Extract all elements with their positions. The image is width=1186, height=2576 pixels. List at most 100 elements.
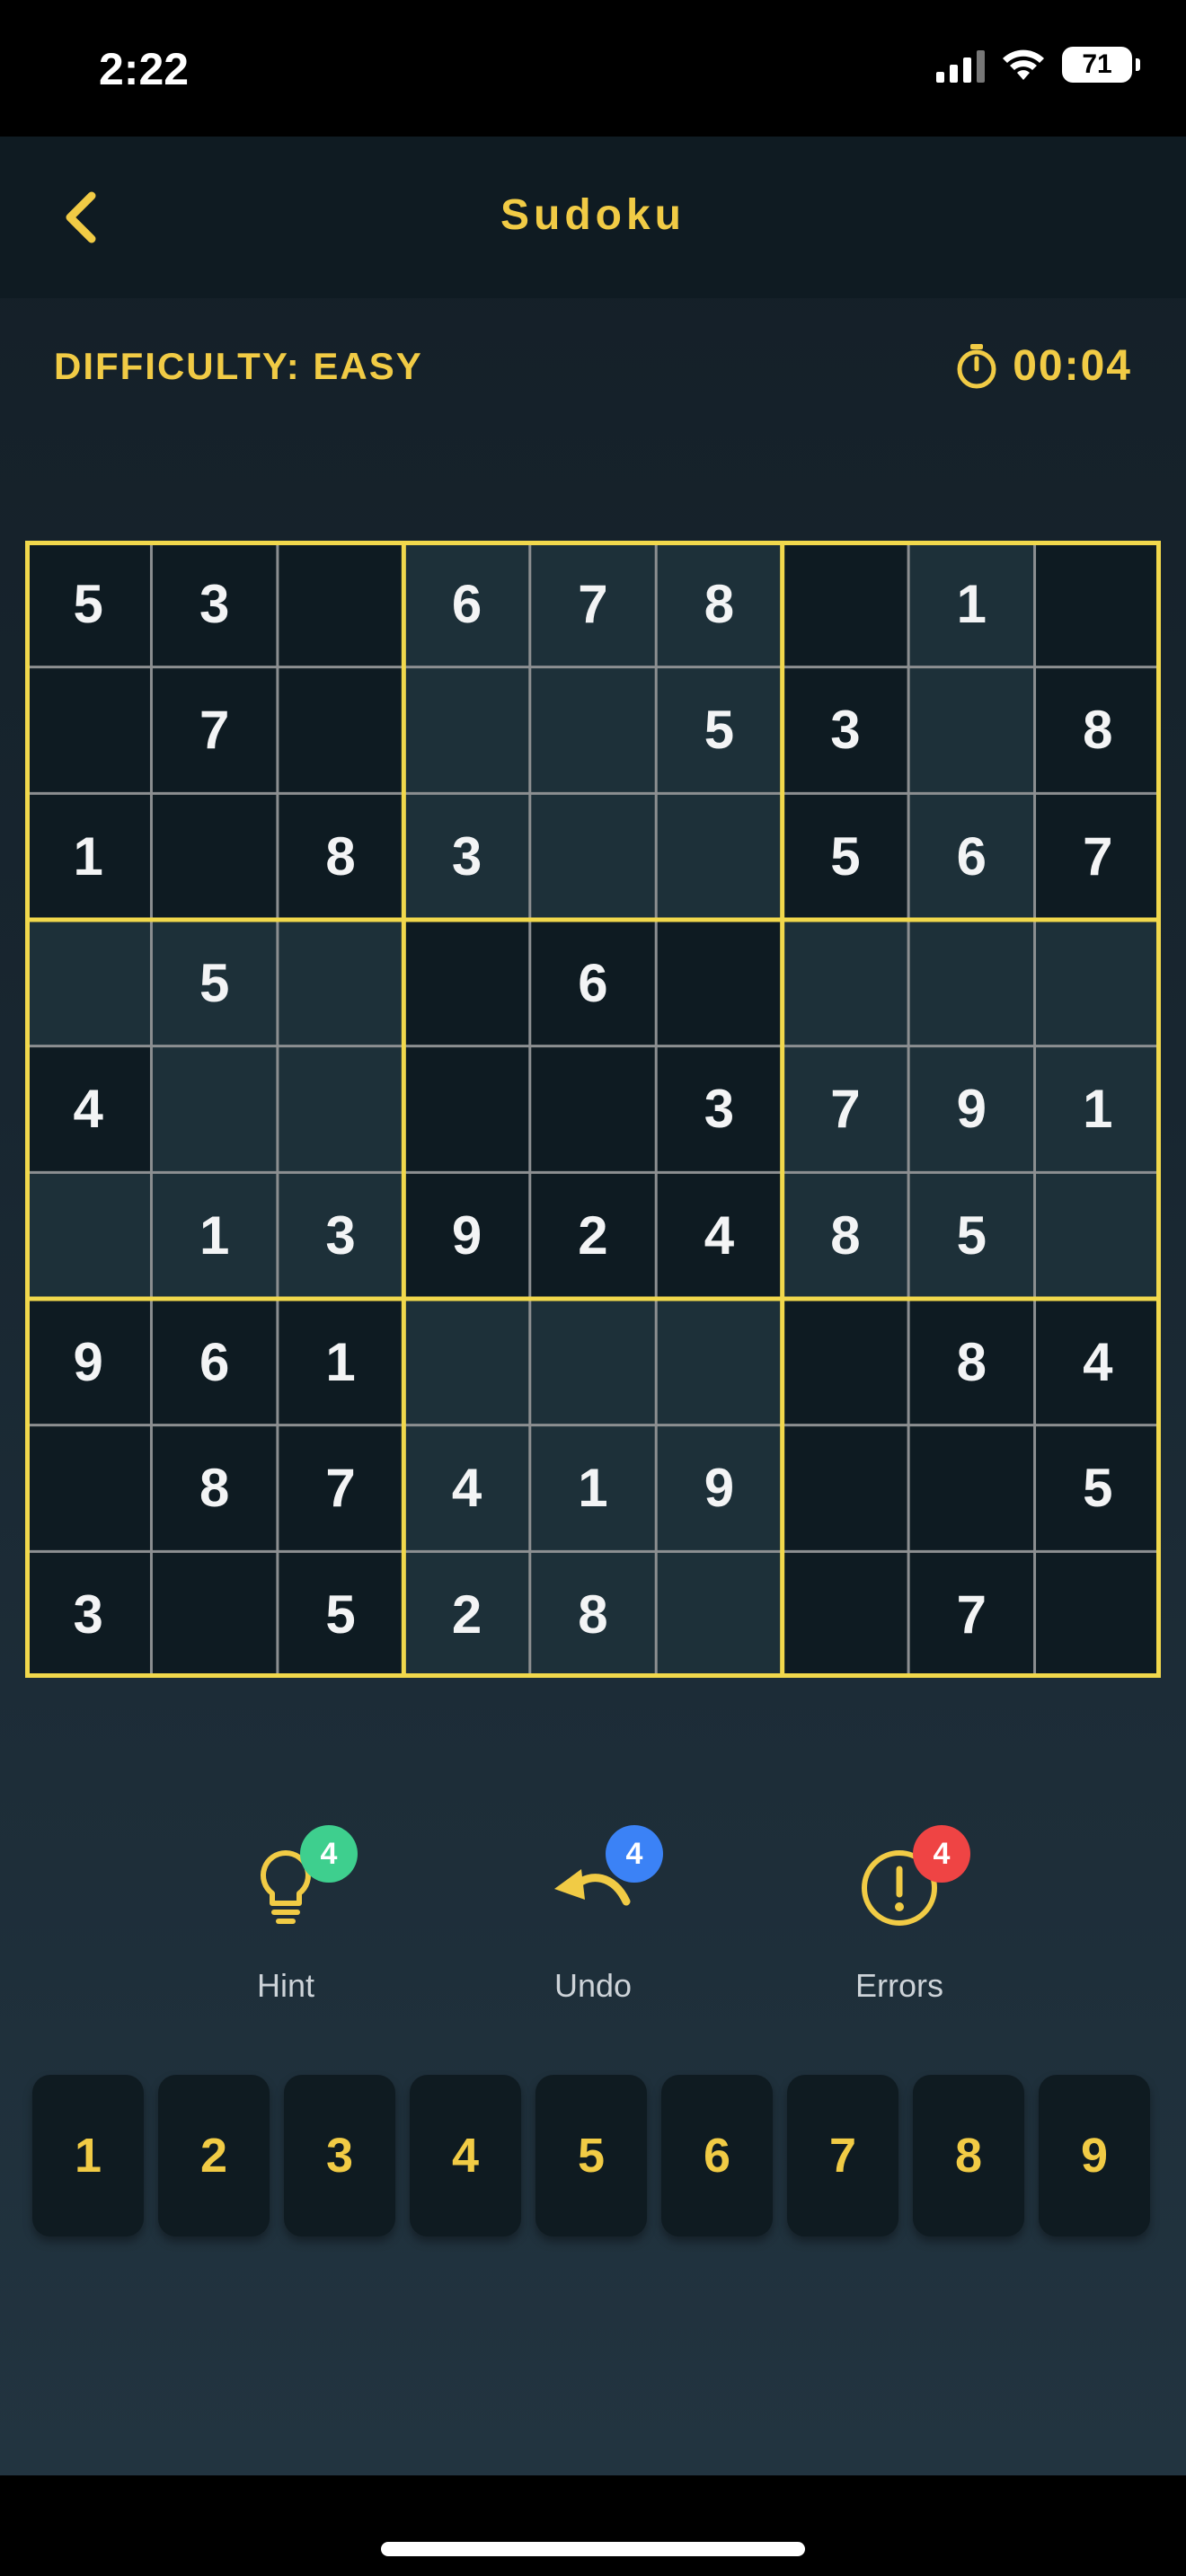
hint-button[interactable]: 4 Hint — [187, 1825, 385, 2005]
sudoku-cell[interactable] — [529, 1045, 657, 1173]
sudoku-cell[interactable] — [277, 1045, 404, 1173]
sudoku-cell[interactable] — [529, 793, 657, 920]
sudoku-cell[interactable]: 8 — [908, 1299, 1035, 1425]
status-time: 2:22 — [99, 44, 190, 94]
sudoku-cell[interactable]: 6 — [529, 920, 657, 1046]
timer: 00:04 — [955, 341, 1132, 391]
sudoku-cell[interactable]: 2 — [529, 1172, 657, 1299]
sudoku-cell[interactable] — [25, 666, 152, 794]
number-key-9[interactable]: 9 — [1039, 2075, 1150, 2236]
sudoku-cell[interactable]: 3 — [782, 666, 909, 794]
sudoku-cell[interactable]: 1 — [529, 1425, 657, 1552]
sudoku-cell[interactable]: 8 — [277, 793, 404, 920]
sudoku-cell[interactable]: 6 — [151, 1299, 278, 1425]
sudoku-cell[interactable]: 4 — [403, 1425, 530, 1552]
sudoku-cell[interactable]: 4 — [1034, 1299, 1161, 1425]
sudoku-cell[interactable] — [656, 1299, 783, 1425]
sudoku-cell[interactable]: 4 — [656, 1172, 783, 1299]
sudoku-cell[interactable]: 7 — [1034, 793, 1161, 920]
sudoku-cell[interactable]: 5 — [782, 793, 909, 920]
sudoku-cell[interactable]: 5 — [656, 666, 783, 794]
home-indicator[interactable] — [381, 2542, 805, 2556]
sudoku-cell[interactable]: 3 — [25, 1551, 152, 1678]
number-key-6[interactable]: 6 — [661, 2075, 773, 2236]
sudoku-cell[interactable] — [1034, 920, 1161, 1046]
sudoku-cell[interactable]: 6 — [908, 793, 1035, 920]
sudoku-cell[interactable]: 3 — [151, 541, 278, 667]
page-title: Sudoku — [500, 191, 686, 239]
sudoku-cell[interactable] — [25, 1425, 152, 1552]
sudoku-cell[interactable]: 9 — [25, 1299, 152, 1425]
sudoku-cell[interactable]: 5 — [277, 1551, 404, 1678]
sudoku-cell[interactable]: 8 — [529, 1551, 657, 1678]
sudoku-cell[interactable]: 5 — [25, 541, 152, 667]
sudoku-cell[interactable] — [529, 1299, 657, 1425]
sudoku-cell[interactable] — [782, 541, 909, 667]
sudoku-cell[interactable]: 2 — [403, 1551, 530, 1678]
sudoku-cell[interactable] — [403, 920, 530, 1046]
sudoku-cell[interactable] — [403, 1299, 530, 1425]
errors-count-badge: 4 — [913, 1825, 970, 1883]
sudoku-cell[interactable] — [403, 1045, 530, 1173]
sudoku-cell[interactable]: 1 — [151, 1172, 278, 1299]
sudoku-cell[interactable] — [656, 1551, 783, 1678]
sudoku-cell[interactable] — [782, 1425, 909, 1552]
sudoku-cell[interactable] — [1034, 1551, 1161, 1678]
sudoku-cell[interactable] — [529, 666, 657, 794]
sudoku-cell[interactable]: 8 — [1034, 666, 1161, 794]
number-key-1[interactable]: 1 — [32, 2075, 144, 2236]
undo-button[interactable]: 4 Undo — [494, 1825, 692, 2005]
sudoku-cell[interactable] — [1034, 541, 1161, 667]
number-key-8[interactable]: 8 — [913, 2075, 1024, 2236]
sudoku-cell[interactable]: 1 — [25, 793, 152, 920]
sudoku-cell[interactable] — [1034, 1172, 1161, 1299]
sudoku-cell[interactable]: 5 — [1034, 1425, 1161, 1552]
number-key-2[interactable]: 2 — [158, 2075, 270, 2236]
sudoku-cell[interactable] — [277, 541, 404, 667]
sudoku-cell[interactable]: 9 — [656, 1425, 783, 1552]
sudoku-cell[interactable]: 3 — [656, 1045, 783, 1173]
sudoku-cell[interactable] — [25, 920, 152, 1046]
number-key-5[interactable]: 5 — [535, 2075, 647, 2236]
sudoku-cell[interactable] — [277, 666, 404, 794]
sudoku-cell[interactable] — [403, 666, 530, 794]
sudoku-cell[interactable]: 7 — [782, 1045, 909, 1173]
sudoku-cell[interactable]: 1 — [908, 541, 1035, 667]
sudoku-cell[interactable] — [25, 1172, 152, 1299]
sudoku-cell[interactable]: 7 — [529, 541, 657, 667]
errors-button[interactable]: 4 Errors — [801, 1825, 998, 2005]
sudoku-cell[interactable]: 4 — [25, 1045, 152, 1173]
sudoku-cell[interactable] — [151, 793, 278, 920]
sudoku-cell[interactable] — [656, 793, 783, 920]
sudoku-cell[interactable] — [151, 1551, 278, 1678]
number-key-4[interactable]: 4 — [410, 2075, 521, 2236]
sudoku-cell[interactable] — [782, 1551, 909, 1678]
sudoku-cell[interactable]: 3 — [403, 793, 530, 920]
sudoku-cell[interactable] — [656, 920, 783, 1046]
sudoku-cell[interactable] — [908, 920, 1035, 1046]
sudoku-cell[interactable]: 8 — [151, 1425, 278, 1552]
sudoku-cell[interactable]: 9 — [908, 1045, 1035, 1173]
sudoku-cell[interactable]: 5 — [151, 920, 278, 1046]
sudoku-cell[interactable] — [908, 666, 1035, 794]
sudoku-cell[interactable]: 8 — [656, 541, 783, 667]
sudoku-cell[interactable] — [782, 920, 909, 1046]
sudoku-cell[interactable] — [782, 1299, 909, 1425]
sudoku-cell[interactable]: 9 — [403, 1172, 530, 1299]
sudoku-cell[interactable]: 3 — [277, 1172, 404, 1299]
sudoku-cell[interactable]: 7 — [908, 1551, 1035, 1678]
sudoku-board: 7825359147848169584293119734657653818357… — [25, 541, 1161, 1678]
action-bar: 4 Hint 4 Undo 4 Errors — [0, 1825, 1186, 2005]
number-key-3[interactable]: 3 — [284, 2075, 395, 2236]
sudoku-cell[interactable] — [277, 920, 404, 1046]
sudoku-cell[interactable]: 7 — [151, 666, 278, 794]
sudoku-cell[interactable] — [908, 1425, 1035, 1552]
sudoku-cell[interactable]: 5 — [908, 1172, 1035, 1299]
sudoku-cell[interactable]: 8 — [782, 1172, 909, 1299]
sudoku-cell[interactable]: 6 — [403, 541, 530, 667]
sudoku-cell[interactable]: 1 — [1034, 1045, 1161, 1173]
sudoku-cell[interactable] — [151, 1045, 278, 1173]
sudoku-cell[interactable]: 7 — [277, 1425, 404, 1552]
number-key-7[interactable]: 7 — [787, 2075, 898, 2236]
sudoku-cell[interactable]: 1 — [277, 1299, 404, 1425]
